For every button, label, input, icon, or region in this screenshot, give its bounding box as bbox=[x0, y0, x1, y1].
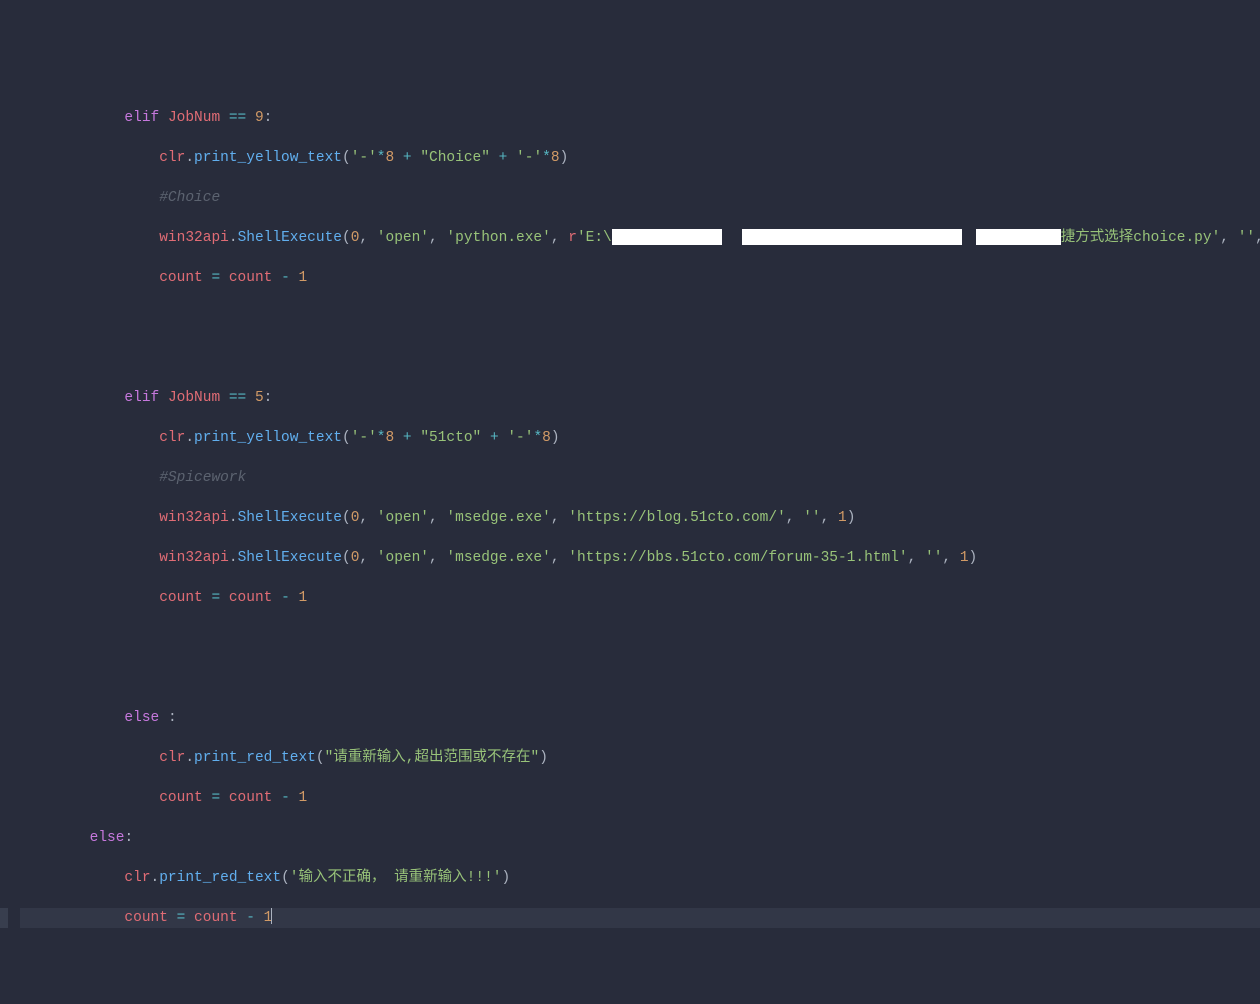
code-line: count = count - 1 bbox=[20, 268, 1260, 288]
code-line bbox=[20, 628, 1260, 648]
code-line-current: count = count - 1 bbox=[20, 908, 1260, 928]
redacted-text bbox=[976, 229, 1061, 245]
text-cursor bbox=[271, 908, 272, 924]
code-line: #Spicework bbox=[20, 468, 1260, 488]
code-line: #Choice bbox=[20, 188, 1260, 208]
code-line bbox=[20, 308, 1260, 328]
code-line: count = count - 1 bbox=[20, 788, 1260, 808]
code-line: elif JobNum == 9: bbox=[20, 108, 1260, 128]
code-line: clr.print_yellow_text('-'*8 + "51cto" + … bbox=[20, 428, 1260, 448]
code-line: clr.print_red_text('输入不正确， 请重新输入!!!') bbox=[20, 868, 1260, 888]
code-line bbox=[20, 348, 1260, 368]
redacted-text bbox=[742, 229, 962, 245]
code-line bbox=[20, 988, 1260, 1004]
code-editor[interactable]: elif JobNum == 9: clr.print_yellow_text(… bbox=[0, 80, 1260, 1004]
code-line: win32api.ShellExecute(0, 'open', 'python… bbox=[20, 228, 1260, 248]
code-line bbox=[20, 668, 1260, 688]
redacted-text bbox=[612, 229, 722, 245]
code-line: count = count - 1 bbox=[20, 588, 1260, 608]
code-line: clr.print_yellow_text('-'*8 + "Choice" +… bbox=[20, 148, 1260, 168]
code-line: elif JobNum == 5: bbox=[20, 388, 1260, 408]
code-line: clr.print_red_text("请重新输入,超出范围或不存在") bbox=[20, 748, 1260, 768]
code-line: else : bbox=[20, 708, 1260, 728]
code-line: win32api.ShellExecute(0, 'open', 'msedge… bbox=[20, 508, 1260, 528]
code-line: else: bbox=[20, 828, 1260, 848]
code-line: win32api.ShellExecute(0, 'open', 'msedge… bbox=[20, 548, 1260, 568]
code-line bbox=[20, 948, 1260, 968]
